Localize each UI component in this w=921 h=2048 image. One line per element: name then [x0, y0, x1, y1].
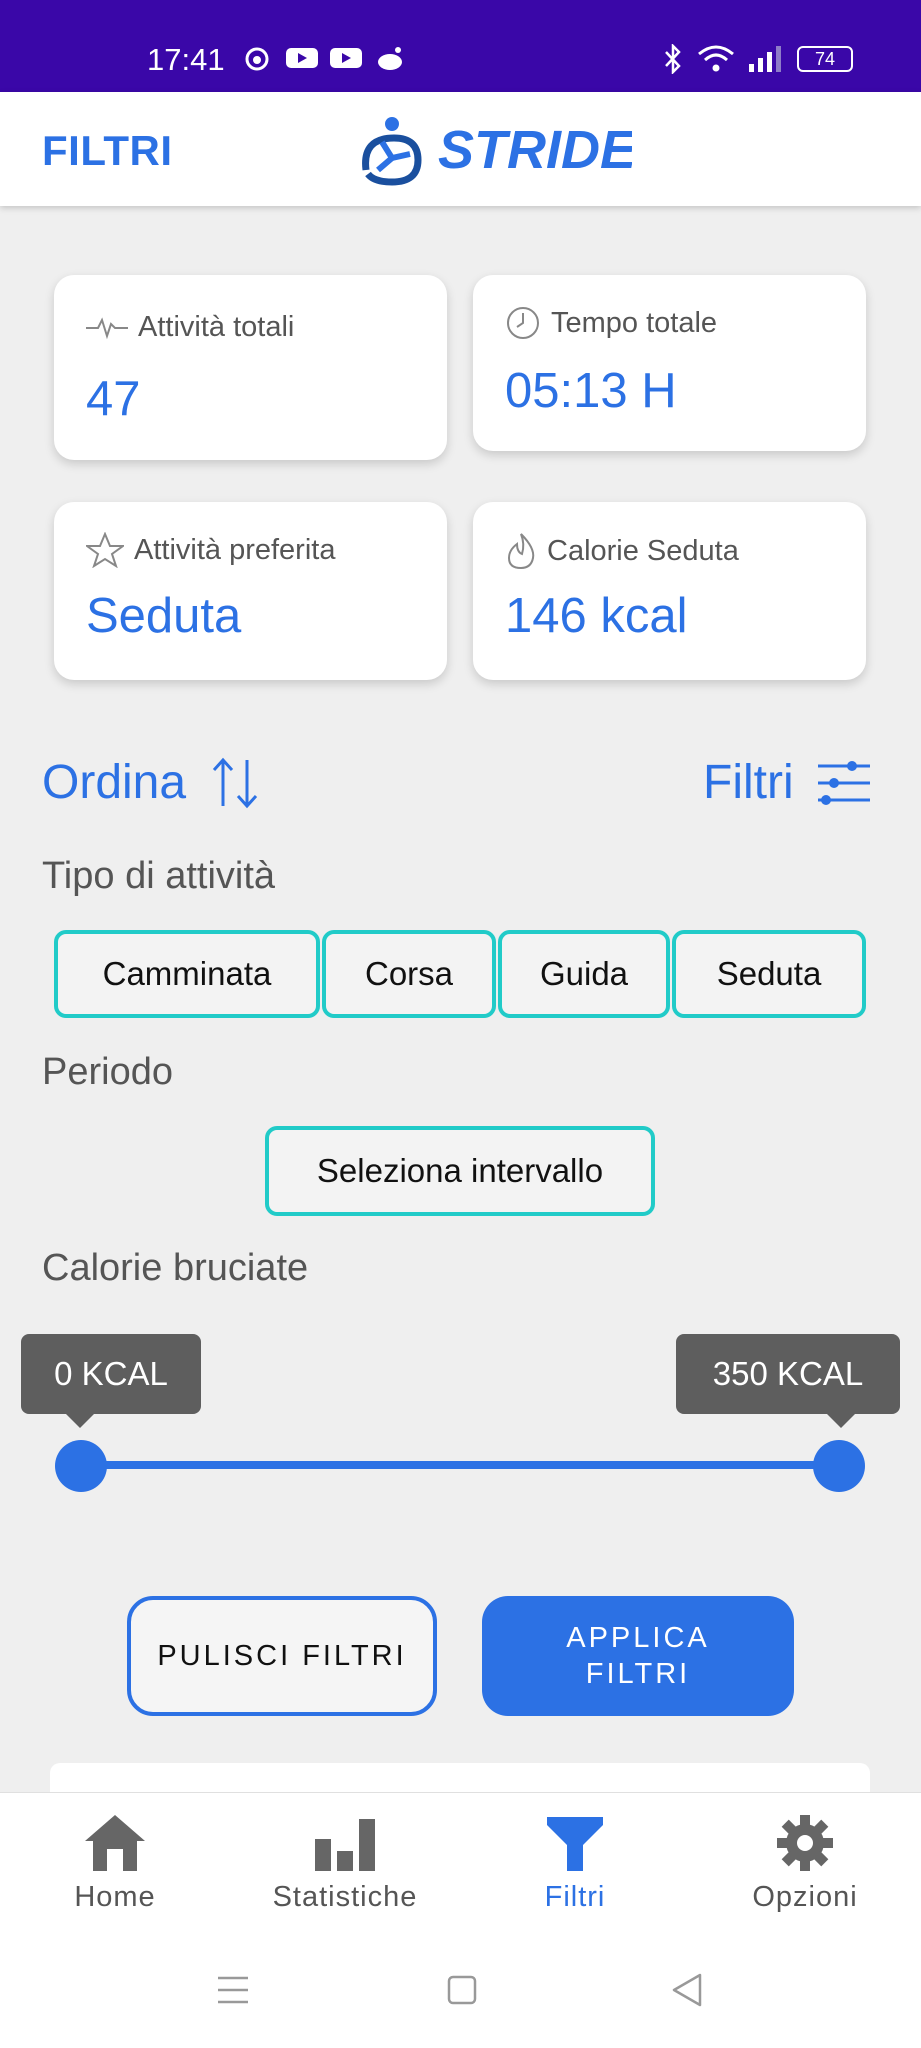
filters-label: Filtri: [703, 756, 794, 809]
nav-options[interactable]: Opzioni: [705, 1813, 905, 1914]
menu-icon[interactable]: [216, 1974, 250, 2006]
youtube-icon: [330, 48, 362, 68]
activity-type-label: Tipo di attività: [42, 855, 276, 897]
status-right-icons: 74: [663, 44, 853, 74]
bluetooth-icon: [665, 44, 681, 74]
star-icon: [86, 532, 124, 568]
app-bar: FILTRI STRIDE: [0, 92, 921, 206]
status-bar: 17:41 74: [0, 0, 921, 92]
filter-icon: [547, 1817, 603, 1871]
gear-icon: [777, 1815, 833, 1871]
system-nav-bar: [0, 1934, 921, 2048]
nav-label: Filtri: [544, 1881, 606, 1913]
reddit-icon: [378, 47, 402, 70]
clear-filters-button[interactable]: PULISCI FILTRI: [127, 1596, 437, 1716]
home-square-icon[interactable]: [446, 1974, 478, 2006]
nav-filters[interactable]: Filtri: [475, 1813, 675, 1914]
stat-value: 05:13 H: [505, 364, 677, 418]
filters-toggle-button[interactable]: Filtri: [703, 755, 872, 810]
battery-level: 74: [814, 48, 836, 69]
max-value-tooltip: 350 KCAL: [676, 1334, 900, 1428]
youtube-icon: [286, 48, 318, 68]
signal-icon: [749, 46, 781, 72]
min-value-tooltip: 0 KCAL: [21, 1334, 201, 1428]
pulse-icon: [86, 316, 128, 339]
notification-app-icon: [245, 47, 269, 71]
nav-label: Statistiche: [272, 1881, 418, 1913]
clock-icon: [507, 307, 539, 339]
chip-camminata[interactable]: Camminata: [54, 930, 320, 1018]
calories-label: Calorie bruciate: [42, 1247, 309, 1289]
wifi-icon: [698, 45, 734, 72]
stat-value: 146 kcal: [505, 589, 688, 643]
nav-label: Opzioni: [752, 1881, 858, 1913]
back-icon[interactable]: [670, 1972, 704, 2008]
stat-card-total-activities: Attività totali 47: [54, 275, 447, 460]
chip-corsa[interactable]: Corsa: [322, 930, 496, 1018]
nav-statistics[interactable]: Statistiche: [245, 1813, 445, 1914]
flame-icon: [507, 533, 535, 570]
chip-guida[interactable]: Guida: [498, 930, 670, 1018]
stride-logo: STRIDE: [362, 117, 632, 186]
home-icon: [85, 1815, 145, 1871]
stat-card-calories: Calorie Seduta 146 kcal: [473, 502, 866, 680]
status-time: 17:41: [147, 42, 225, 77]
bar-chart-icon: [315, 1819, 375, 1871]
stat-value: 47: [86, 372, 141, 426]
stat-label: Tempo totale: [551, 306, 718, 339]
apply-filters-button[interactable]: APPLICA FILTRI: [482, 1596, 794, 1716]
chip-seduta[interactable]: Seduta: [672, 930, 866, 1018]
stat-card-favorite-activity: Attività preferita Seduta: [54, 502, 447, 680]
logo-text: STRIDE: [438, 120, 632, 180]
sort-icon: [212, 757, 258, 808]
stat-label: Attività totali: [138, 311, 295, 343]
nav-label: Home: [74, 1881, 156, 1913]
stat-label: Attività preferita: [134, 533, 336, 566]
sliders-icon: [817, 760, 870, 805]
select-interval-button[interactable]: Seleziona intervallo: [265, 1126, 655, 1216]
sort-label: Ordina: [42, 756, 187, 809]
stat-label: Calorie Seduta: [547, 534, 739, 567]
stat-card-total-time: Tempo totale 05:13 H: [473, 275, 866, 451]
calories-slider-track: [80, 1461, 840, 1469]
calories-slider-max-thumb[interactable]: [813, 1440, 865, 1492]
battery-icon: 74: [797, 46, 853, 72]
nav-home[interactable]: Home: [15, 1813, 215, 1914]
page-title: FILTRI: [42, 127, 173, 174]
period-label: Periodo: [42, 1051, 173, 1093]
sort-button[interactable]: Ordina: [42, 755, 262, 810]
calories-slider-min-thumb[interactable]: [55, 1440, 107, 1492]
bottom-nav: Home Statistiche Filtri Opzioni: [0, 1792, 921, 1934]
stat-value: Seduta: [86, 589, 242, 643]
